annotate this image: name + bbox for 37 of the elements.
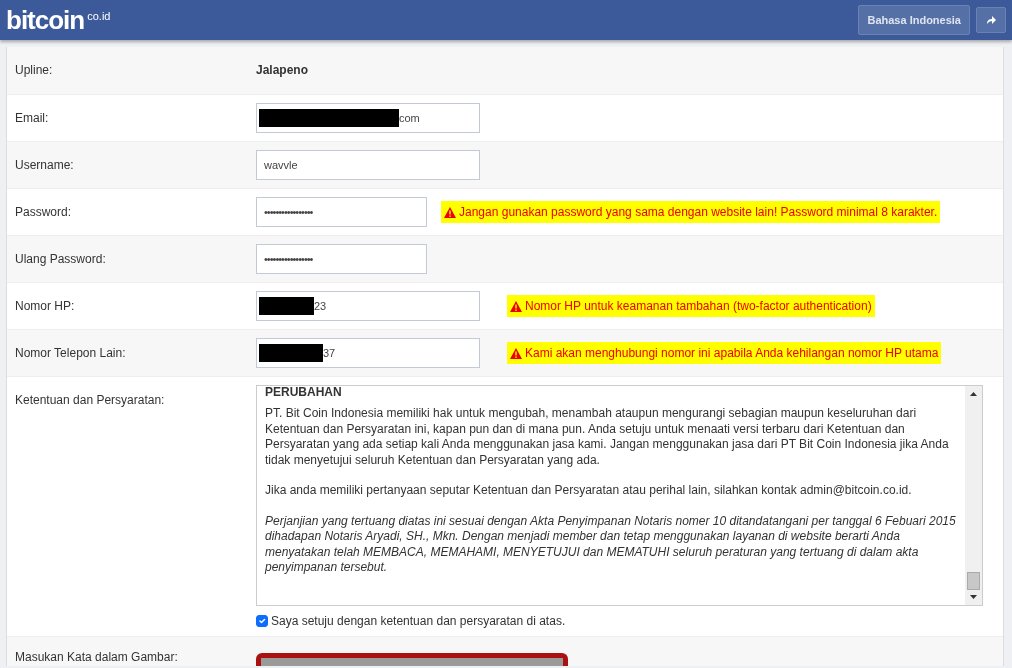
field-label: Nomor HP: <box>14 298 76 315</box>
input-field[interactable]: wavvle <box>256 150 480 180</box>
warning-icon <box>510 347 522 359</box>
field-label: Ketentuan dan Persyaratan: <box>14 392 166 409</box>
logo-domain: co.id <box>87 8 111 24</box>
language-button[interactable]: Bahasa Indonesia <box>858 4 970 36</box>
input-field[interactable]: ••••••••••••••••• <box>256 244 427 274</box>
scroll-down-icon[interactable] <box>969 592 978 601</box>
warning-icon <box>444 206 456 218</box>
input-field[interactable]: com <box>256 103 480 133</box>
input-field[interactable]: ••••••••••••••••• <box>256 197 427 227</box>
scroll-thumb[interactable] <box>967 572 980 590</box>
agree-checkbox[interactable] <box>256 615 268 627</box>
field-label: Email: <box>14 110 50 127</box>
field-label: Username: <box>14 157 75 174</box>
field-label: Ulang Password: <box>14 251 107 268</box>
scroll-up-icon[interactable] <box>969 390 978 399</box>
agree-label[interactable]: Saya setuju dengan ketentuan dan persyaratan di atas. <box>271 612 566 630</box>
warning-message: Kami akan menghubungi nomor ini apabila Anda kehilangan nomor HP utama <box>507 342 942 364</box>
logout-button[interactable] <box>976 7 1006 33</box>
field-label: Nomor Telepon Lain: <box>14 345 127 362</box>
terms-paragraph: Jika anda memiliki pertanyaan seputar Ketentuan dan Persyaratan atau perihal lain, silahkan kontak admin@bitcoin.co.id. <box>265 483 913 499</box>
field-label: Password: <box>14 204 73 221</box>
field-label: Upline: <box>14 62 54 79</box>
field-label: Masukan Kata dalam Gambar: <box>14 649 179 666</box>
warning-message: Nomor HP untuk keamanan tambahan (two-factor authentication) <box>507 295 875 317</box>
share-arrow-icon <box>985 15 997 25</box>
input-field[interactable]: 37 <box>256 338 480 368</box>
terms-paragraph: PT. Bit Coin Indonesia memiliki hak untuk mengubah, menambah ataupun mengurangi sebagian maupun keseluruhan dari Ketentuan dan Persyaratan ini, kapan pun dan di mana pun. Anda setuju untuk menaati versi terbaru dari Ketentuan dan Persyaratan yang ada setiap kali Anda menggunakan jasa kami. Jangan menggunakan jasa dari PT Bit Coin Indonesia jika Anda tidak menyetujui seluruh Ketentuan dan Persyaratan yang ada. <box>265 406 950 468</box>
input-field[interactable]: 23 <box>256 291 480 321</box>
terms-scroll-box[interactable] <box>256 385 983 606</box>
warning-icon <box>510 300 522 312</box>
logo-wordmark[interactable]: bitcoin <box>6 7 85 33</box>
terms-paragraph: Perjanjian yang tertuang diatas ini sesuai dengan Akta Penyimpanan Notaris nomer 10 ditandatangani per tanggal 6 Febuari 2015 dihadapan Notaris Aryadi, SH., Mkn. Dengan menjadi member dan tetap menggunakan layanan di website berarti Anda menyatakan telah MEMBACA, MEMAHAMI, MENYETUJUI dan MEMATUHI seluruh peraturan yang tertuang di dalam akta penyimpanan tersebut. <box>265 513 957 576</box>
upline-value: Jalapeno <box>256 62 309 79</box>
warning-message: Jangan gunakan password yang sama dengan website lain! Password minimal 8 karakter. <box>441 201 941 223</box>
terms-heading: PERUBAHAN <box>265 386 343 398</box>
